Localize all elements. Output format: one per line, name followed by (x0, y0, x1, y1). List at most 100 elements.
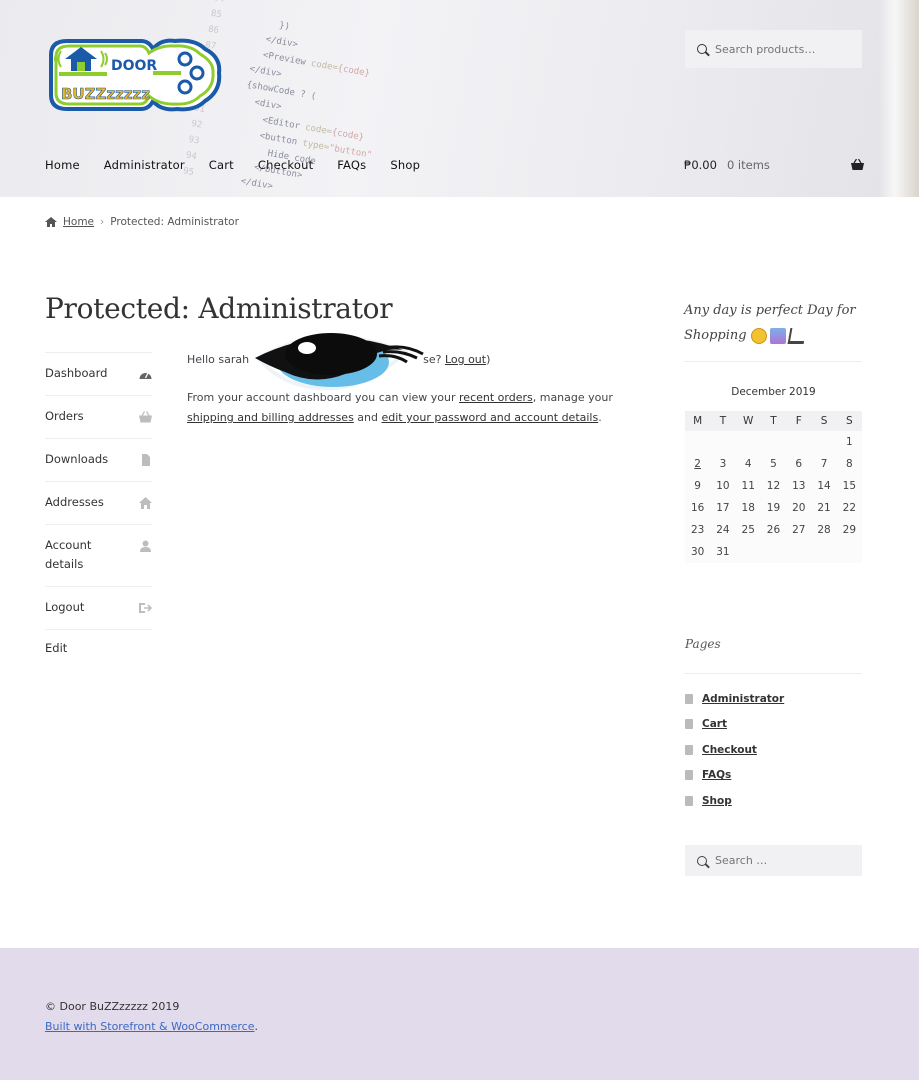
account-nav-label: Downloads (45, 452, 109, 466)
calendar-weekday: T (710, 411, 736, 431)
calendar-widget: December 2019 MTWTFSS 1 2 3 4 5 6 7 8 9 10 11 12 13 1… (685, 386, 862, 563)
cart-count: 0 items (726, 158, 770, 172)
calendar-day: 1 (836, 431, 862, 453)
calendar-day: 20 (786, 497, 812, 519)
account-nav-downloads[interactable]: Downloads (45, 438, 152, 481)
addresses-link[interactable]: shipping and billing addresses (187, 411, 354, 424)
nav-home[interactable]: Home (45, 158, 80, 172)
list-item: Checkout (685, 737, 865, 763)
intro-text: , manage your (532, 391, 613, 404)
calendar-day: 9 (685, 475, 711, 497)
monitor-edge (879, 0, 919, 197)
calendar-table: MTWTFSS 1 2 3 4 5 6 7 8 9 10 11 12 13 14 15 16 17 18 19 20 2… (685, 411, 862, 563)
primary-navigation: Home Administrator Cart Checkout FAQs Sh… (45, 158, 444, 172)
calendar-day: 14 (811, 475, 837, 497)
intro-text: . (598, 411, 602, 424)
edit-link[interactable]: Edit (45, 641, 67, 655)
emoji-group (750, 327, 807, 344)
sidebar-search[interactable] (685, 845, 862, 876)
logout-link[interactable]: Log out (445, 353, 486, 366)
breadcrumb-separator: › (100, 216, 105, 228)
shopping-bags-icon (769, 327, 786, 344)
nav-administrator[interactable]: Administrator (104, 158, 185, 172)
page-link-shop[interactable]: Shop (702, 795, 732, 807)
sidebar-tagline: Any day is perfect Day for Shopping (684, 298, 864, 348)
calendar-empty-cell (836, 541, 862, 563)
calendar-caption: December 2019 (731, 386, 816, 398)
page-icon (685, 744, 693, 755)
nav-shop[interactable]: Shop (390, 158, 420, 172)
calendar-day: 28 (811, 519, 837, 541)
calendar-day: 7 (811, 453, 837, 475)
nav-faqs[interactable]: FAQs (337, 158, 366, 172)
calendar-day: 11 (735, 475, 761, 497)
home-icon (45, 217, 57, 227)
calendar-day: 5 (760, 453, 787, 475)
hello-close: ) (486, 353, 491, 366)
page-link-cart[interactable]: Cart (702, 718, 727, 730)
site-search-input[interactable] (715, 854, 855, 867)
page-link-checkout[interactable]: Checkout (702, 744, 757, 756)
calendar-week: 30 31 (685, 541, 862, 563)
calendar-day: 29 (836, 519, 862, 541)
sign-out-icon (139, 603, 152, 613)
calendar-day: 30 (685, 541, 711, 563)
calendar-day: 23 (685, 519, 711, 541)
nav-cart[interactable]: Cart (209, 158, 234, 172)
calendar-day: 18 (735, 497, 761, 519)
calendar-empty-cell (760, 431, 787, 453)
page-link-faqs[interactable]: FAQs (702, 769, 731, 781)
site-logo[interactable]: DOOR BUZZzzzzz (45, 35, 223, 115)
header-cart[interactable]: ₱0.00 0 items (684, 158, 864, 172)
laughing-face-icon (750, 327, 767, 344)
account-nav-label: Account details (45, 538, 92, 571)
page-link-administrator[interactable]: Administrator (702, 693, 784, 705)
eye-overlay-image (255, 333, 424, 391)
breadcrumb-home-link[interactable]: Home (63, 216, 94, 228)
calendar-day: 25 (735, 519, 761, 541)
account-nav-account-details[interactable]: Account details (45, 524, 152, 586)
page-icon (685, 719, 693, 730)
calendar-weekday: S (836, 411, 862, 431)
calendar-empty-cell (760, 541, 787, 563)
calendar-week: 23 24 25 26 27 28 29 (685, 519, 862, 541)
calendar-day: 24 (710, 519, 736, 541)
calendar-day: 19 (760, 497, 787, 519)
calendar-week: 2345678 (685, 453, 862, 475)
dashboard-intro: From your account dashboard you can view… (187, 388, 627, 428)
account-details-link[interactable]: edit your password and account details (382, 411, 599, 424)
product-search-input[interactable] (715, 42, 855, 56)
calendar-day: 31 (710, 541, 736, 563)
account-nav-orders[interactable]: Orders (45, 395, 152, 438)
calendar-day: 21 (811, 497, 837, 519)
search-icon (697, 44, 707, 54)
account-nav-label: Addresses (45, 495, 104, 509)
svg-text:DOOR: DOOR (111, 58, 157, 74)
calendar-day: 22 (836, 497, 862, 519)
calendar-weekday: F (786, 411, 812, 431)
cart-amount: ₱0.00 (684, 158, 717, 172)
account-nav-logout[interactable]: Logout (45, 586, 152, 630)
calendar-day: 26 (760, 519, 787, 541)
shopping-cart-icon (787, 327, 807, 344)
account-nav-dashboard[interactable]: Dashboard (45, 352, 152, 395)
calendar-day: 8 (836, 453, 862, 475)
calendar-day: 13 (786, 475, 812, 497)
basket-icon (851, 159, 864, 170)
calendar-empty-cell (710, 431, 736, 453)
hello-suffix: se? (423, 353, 442, 366)
account-nav-addresses[interactable]: Addresses (45, 481, 152, 524)
calendar-empty-cell (811, 541, 837, 563)
page-icon (685, 770, 693, 781)
divider (684, 361, 862, 362)
calendar-week: 16 17 18 19 20 21 22 (685, 497, 862, 519)
recent-orders-link[interactable]: recent orders (459, 391, 533, 404)
nav-checkout[interactable]: Checkout (258, 158, 313, 172)
header-search[interactable] (685, 30, 862, 68)
calendar-empty-cell (735, 541, 761, 563)
divider (684, 673, 862, 674)
calendar-day[interactable]: 2 (685, 453, 711, 475)
calendar-empty-cell (786, 541, 812, 563)
storefront-link[interactable]: Built with Storefront & WooCommerce (45, 1020, 254, 1033)
calendar-day: 4 (735, 453, 761, 475)
